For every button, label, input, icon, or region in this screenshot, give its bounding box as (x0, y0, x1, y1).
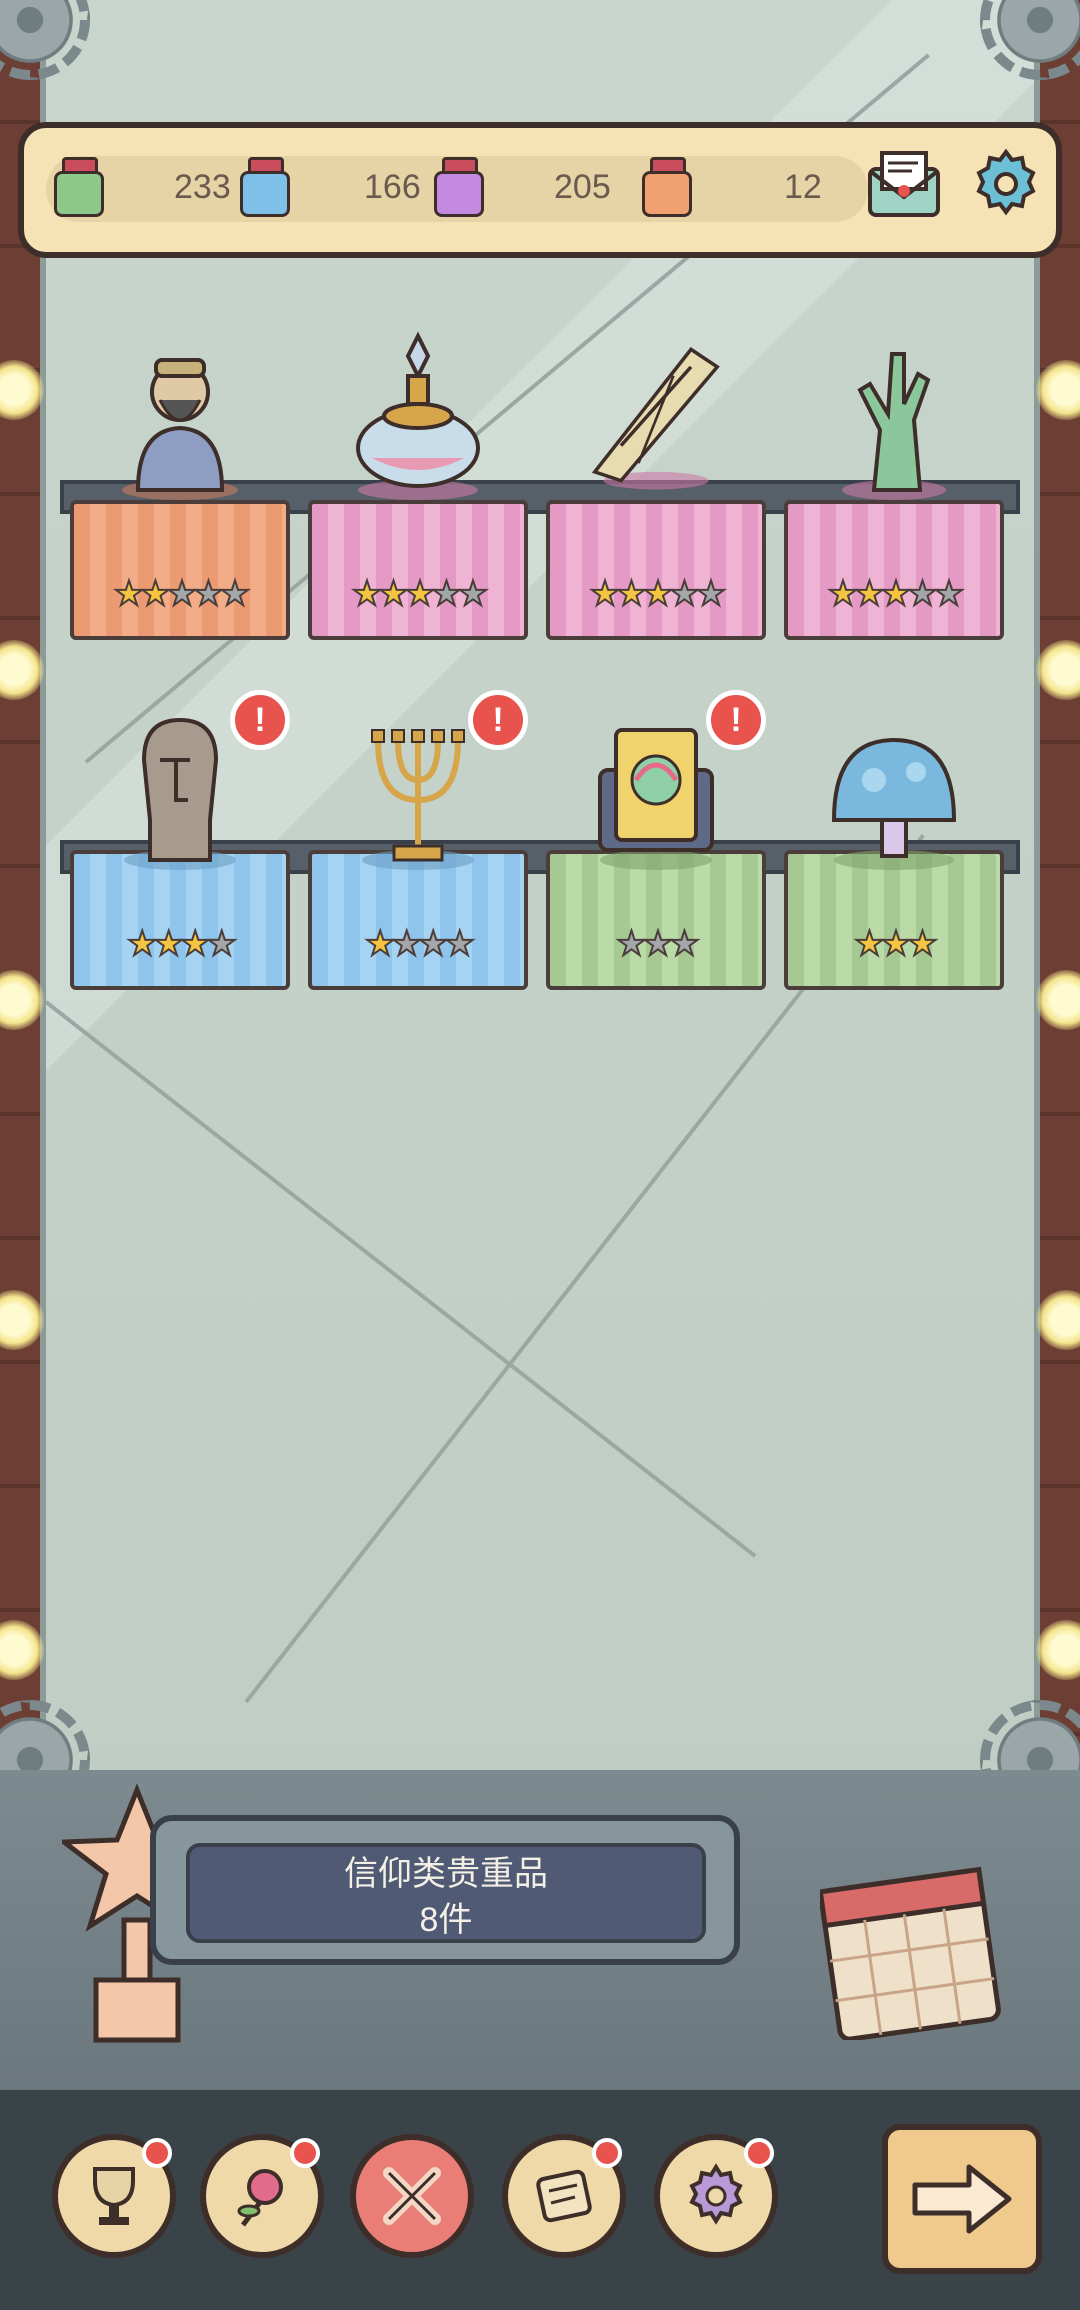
blue-mushroom-icon (824, 700, 964, 870)
candelabra-icon (348, 700, 488, 870)
resource-purple (430, 152, 484, 222)
resource-blue (236, 152, 290, 222)
jar-orange-icon (638, 157, 692, 217)
alert-badge[interactable]: ! (230, 690, 290, 750)
rating-stars: ★★★★★ (351, 574, 490, 614)
notification-dot (592, 2138, 622, 2168)
scroll-icon (536, 2169, 592, 2223)
resource-green-value: 233 (174, 167, 231, 206)
calendar-icon[interactable] (817, 1840, 1010, 2042)
rainbow-book-icon (586, 700, 726, 870)
resource-orange-value: 12 (784, 167, 822, 206)
display-cloth: ★★★★★ (70, 500, 290, 640)
category-title: 信仰类贵重品 (344, 1855, 548, 1893)
display-cloth: ★★★★★ (784, 500, 1004, 640)
next-button[interactable] (882, 2124, 1042, 2274)
collectible-bearded-statue[interactable]: ★★★★★ (70, 340, 290, 640)
alert-badge[interactable]: ! (468, 690, 528, 750)
category-count: 8件 (419, 1901, 473, 1939)
nav-scroll-button[interactable] (502, 2134, 626, 2258)
rating-stars: ★★★ (853, 924, 939, 964)
perfume-bottle-icon (348, 330, 488, 500)
collectible-perfume-bottle[interactable]: ★★★★★ (308, 331, 528, 640)
display-cloth: ★★★★ (70, 850, 290, 990)
resource-blue-value: 166 (364, 167, 421, 206)
nav-trophy-button[interactable] (52, 2134, 176, 2258)
moai-head-icon (110, 700, 250, 870)
resource-value-box: 205 (554, 152, 611, 222)
resource-orange (638, 152, 692, 222)
nav-tools-button[interactable] (350, 2134, 474, 2258)
collectible-moai-head[interactable]: ★★★★ ! (70, 690, 290, 990)
jar-blue-icon (236, 157, 290, 217)
settings-button[interactable] (964, 142, 1048, 226)
collectible-wrapped-staff[interactable]: ★★★★★ (546, 340, 766, 640)
nav-rose-button[interactable] (200, 2134, 324, 2258)
wrapped-staff-icon (586, 330, 726, 500)
rating-stars: ★★★★★ (113, 574, 252, 614)
display-cloth: ★★★★★ (308, 500, 528, 640)
notification-dot (142, 2138, 172, 2168)
resource-green (50, 152, 104, 222)
nav-cog-button[interactable] (654, 2134, 778, 2258)
bearded-statue-icon (110, 330, 250, 500)
mail-button[interactable] (862, 142, 946, 226)
arrow-right-icon (912, 2164, 1012, 2234)
resource-value-box: 12 (784, 152, 822, 222)
display-cloth: ★★★★ (308, 850, 528, 990)
notification-dot (290, 2138, 320, 2168)
rating-stars: ★★★★ (126, 924, 238, 964)
jar-green-icon (50, 157, 104, 217)
category-screen: 信仰类贵重品 8件 (186, 1843, 706, 1943)
display-cloth: ★★★ (546, 850, 766, 990)
display-cloth: ★★★★★ (546, 500, 766, 640)
collectible-candelabra[interactable]: ★★★★ ! (308, 690, 528, 990)
resource-purple-value: 205 (554, 167, 611, 206)
rose-icon (237, 2169, 283, 2227)
resource-value-box: 233 (174, 152, 231, 222)
rating-stars: ★★★★ (364, 924, 476, 964)
mail-icon (868, 151, 940, 217)
alert-badge[interactable]: ! (706, 690, 766, 750)
display-cloth: ★★★ (784, 850, 1004, 990)
collectible-zombie-hand[interactable]: ★★★★★ (784, 340, 1004, 640)
category-plaque: 信仰类贵重品 8件 (150, 1815, 740, 1965)
resource-value-box: 166 (364, 152, 421, 222)
gear-icon (976, 148, 1036, 216)
zombie-hand-icon (824, 330, 964, 500)
resource-bar: 233 166 205 12 (18, 122, 1062, 258)
rating-stars: ★★★ (615, 924, 701, 964)
collectible-blue-mushroom[interactable]: ★★★ (784, 690, 1004, 990)
rating-stars: ★★★★★ (827, 574, 966, 614)
jar-purple-icon (430, 157, 484, 217)
trophy-cup-icon (93, 2167, 135, 2225)
cog-icon (689, 2163, 743, 2225)
notification-dot (744, 2138, 774, 2168)
collectible-rainbow-book[interactable]: ★★★ ! (546, 690, 766, 990)
rating-stars: ★★★★★ (589, 574, 728, 614)
crossed-tools-icon (383, 2167, 441, 2225)
